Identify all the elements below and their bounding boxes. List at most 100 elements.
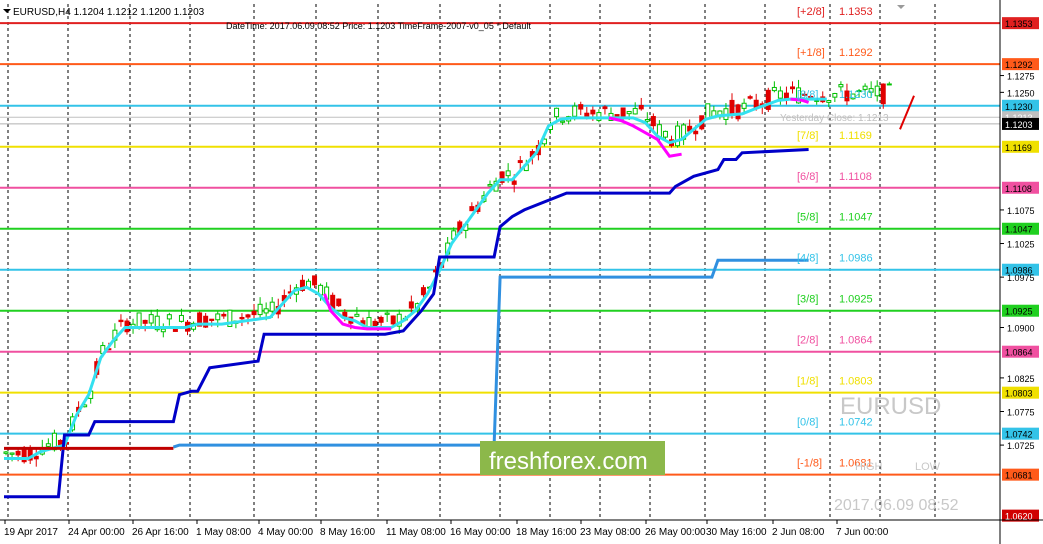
candle-body — [602, 106, 608, 110]
candle-body — [57, 439, 63, 446]
candle-body — [632, 107, 638, 115]
time-label: 26 Apr 16:00 — [132, 527, 189, 538]
candle-body — [771, 86, 777, 92]
time-label: 8 May 16:00 — [320, 527, 375, 538]
candle-body — [650, 116, 656, 127]
candle-body — [221, 313, 227, 317]
candle-body — [160, 328, 166, 333]
watermark-datetime: 2017.06.09 08:52 — [834, 497, 959, 514]
candle-body — [336, 298, 342, 307]
price-tick-label: 1.0825 — [1007, 374, 1035, 384]
candle-body — [45, 443, 51, 447]
murrey-level-label: [-1/8] — [797, 458, 822, 470]
candle-body — [372, 320, 378, 328]
price-tick-label: 1.1025 — [1007, 240, 1035, 250]
candle-body — [390, 315, 396, 325]
candle-body — [638, 104, 644, 110]
price-badge-text: 1.0742 — [1005, 430, 1033, 440]
candle-body — [560, 120, 566, 123]
candle-body — [838, 84, 844, 88]
murrey-level-label: [7/8] — [797, 130, 818, 142]
candle-body — [251, 310, 257, 316]
price-badge-text: 1.1353 — [1005, 19, 1033, 29]
candle-body — [693, 130, 699, 135]
price-badge-text: 1.1169 — [1005, 143, 1032, 153]
murrey-level-value: 1.1047 — [839, 212, 873, 224]
price-badge-text: 1.0803 — [1005, 389, 1033, 399]
candle-body — [705, 103, 711, 119]
candle-body — [178, 314, 184, 322]
price-badge-text: 1.1292 — [1005, 60, 1033, 70]
murrey-level-label: [6/8] — [797, 171, 818, 183]
candle-body — [166, 314, 172, 320]
murrey-level-value: 1.0803 — [839, 376, 873, 388]
candle-body — [826, 100, 832, 103]
candle-body — [136, 312, 142, 328]
candle-body — [765, 89, 771, 110]
price-badge-text: 1.1047 — [1005, 225, 1033, 235]
price-tick-label: 1.1250 — [1007, 88, 1035, 98]
candle-body — [269, 301, 275, 312]
candle-body — [384, 312, 390, 315]
candle-body — [257, 303, 263, 316]
price-badge-text: 1.0925 — [1005, 307, 1033, 317]
murrey-level-label: [2/8] — [797, 335, 818, 347]
yesterday-close-label: Yesterday Close: 1.1213 — [780, 113, 889, 124]
murrey-level-value: 1.0986 — [839, 253, 873, 265]
time-label: 18 May 16:00 — [516, 527, 577, 538]
candle-body — [572, 105, 578, 117]
candle-body — [215, 313, 221, 321]
price-badge-text: 1.1230 — [1005, 102, 1033, 112]
candle-body — [874, 85, 880, 97]
candle-body — [3, 451, 9, 454]
current-price-badge-text: 1.1203 — [1005, 120, 1033, 130]
candle-body — [578, 104, 584, 110]
candle-body — [620, 107, 626, 117]
candle-body — [15, 450, 21, 456]
brand-text: freshforex.com — [489, 448, 648, 475]
candle-body — [880, 83, 886, 105]
watermark-low-label: LOW — [915, 461, 941, 473]
murrey-level-label: [0/8] — [797, 417, 818, 429]
time-label: 1 May 08:00 — [196, 527, 251, 538]
price-chart[interactable]: [+2/8] 1.1353 [+1/8] 1.1292 [8/8] 1.1230 [7/8]… — [0, 0, 1043, 544]
candle-body — [420, 287, 426, 296]
murrey-level-value: 1.1353 — [839, 6, 873, 18]
price-badge-text: 1.0681 — [1005, 471, 1033, 481]
candle-body — [517, 160, 523, 164]
candle-body — [469, 206, 475, 212]
watermark-high-label: HIGH — [855, 461, 883, 473]
candle-body — [626, 111, 632, 115]
murrey-level-value: 1.0925 — [839, 294, 873, 306]
time-label: 24 Apr 00:00 — [68, 527, 125, 538]
murrey-level-value: 1.1292 — [839, 47, 873, 59]
candle-body — [590, 109, 596, 115]
price-badge-text: 1.0864 — [1005, 348, 1033, 358]
candle-body — [239, 316, 245, 320]
price-tick-label: 1.1075 — [1007, 206, 1035, 216]
time-label: 26 May 00:00 — [645, 527, 706, 538]
murrey-level-value: 1.1108 — [839, 171, 872, 183]
candle-body — [505, 170, 511, 177]
time-label: 23 May 08:00 — [580, 527, 641, 538]
candle-body — [209, 318, 215, 321]
murrey-level-label: [4/8] — [797, 253, 818, 265]
candle-body — [378, 316, 384, 323]
price-tick-label: 1.0775 — [1007, 407, 1035, 417]
candle-body — [148, 314, 154, 324]
murrey-level-value: 1.1230 — [839, 89, 873, 101]
candle-body — [662, 130, 668, 138]
time-label: 16 May 00:00 — [450, 527, 511, 538]
candle-body — [354, 313, 360, 317]
candle-body — [675, 125, 681, 147]
time-label: 11 May 08:00 — [386, 527, 446, 538]
candle-body — [245, 314, 251, 318]
candle-body — [9, 452, 15, 455]
price-tick-label: 1.0975 — [1007, 273, 1035, 283]
candle-body — [729, 99, 735, 114]
murrey-level-label: [+2/8] — [797, 6, 825, 18]
candle-body — [172, 328, 178, 332]
price-tick-label: 1.1275 — [1007, 72, 1035, 82]
candle-body — [747, 96, 753, 99]
candle-body — [554, 107, 560, 118]
